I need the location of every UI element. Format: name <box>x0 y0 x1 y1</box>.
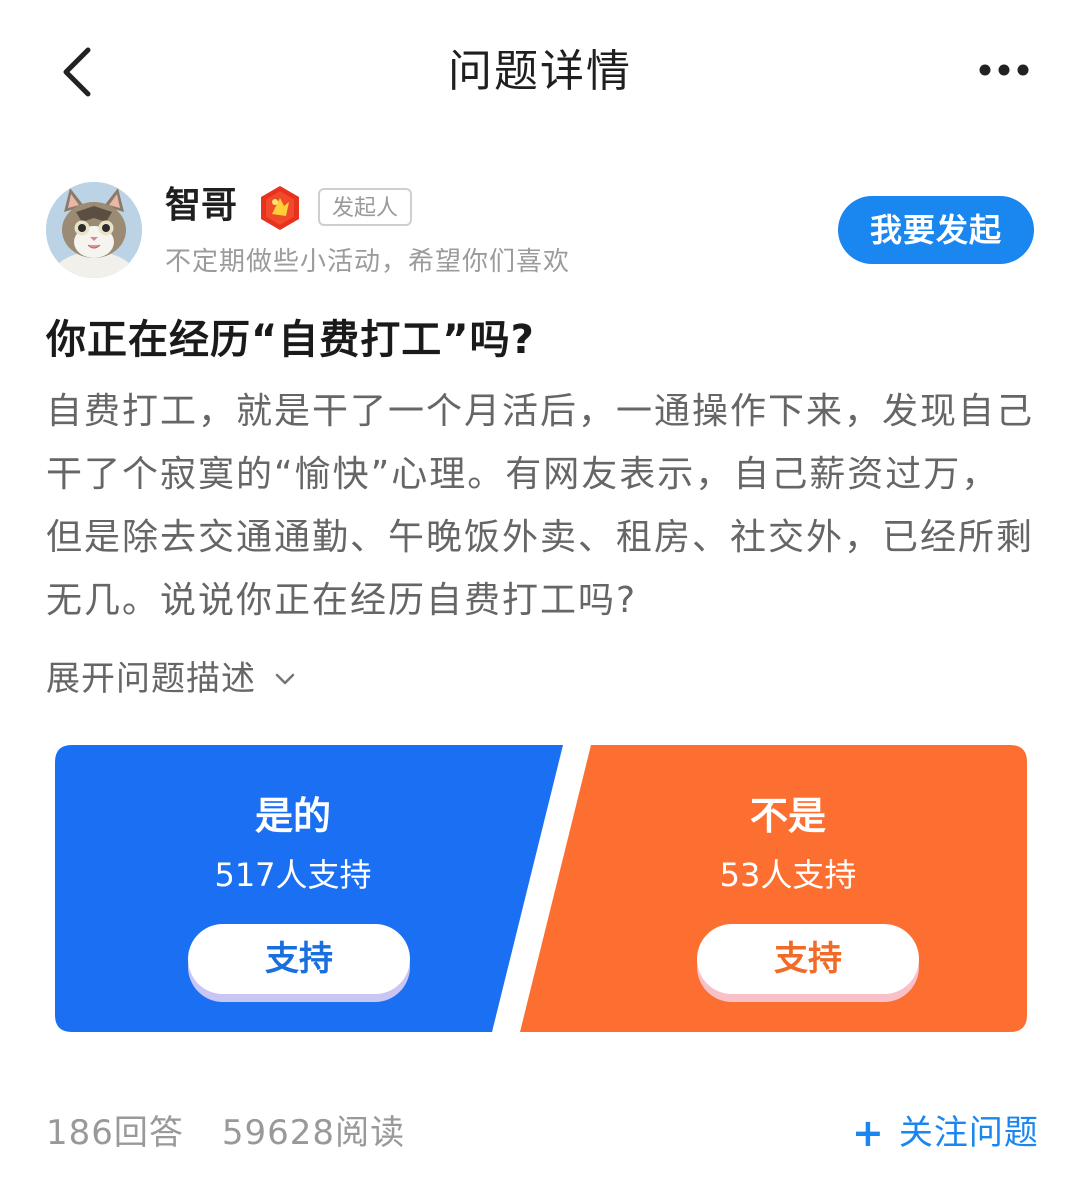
expand-description-button[interactable]: 展开问题描述 <box>46 654 298 704</box>
role-tag: 发起人 <box>318 188 413 226</box>
answer-count: 186回答 <box>46 1113 184 1153</box>
chevron-down-icon <box>275 673 295 685</box>
question-title: 你正在经历“自费打工”吗? <box>46 317 535 363</box>
expand-label: 展开问题描述 <box>46 659 256 699</box>
cat-avatar-icon <box>46 182 142 278</box>
more-button[interactable] <box>975 55 1035 85</box>
question-description: 自费打工，就是干了一个月活后，一通操作下来，发现自己干了个寂寞的“愉快”心理。有… <box>46 391 1035 621</box>
vote-option-no-label: 不是 <box>749 794 826 838</box>
question-stats: 186回答 59628阅读 <box>46 1108 405 1158</box>
support-yes-button[interactable]: 支持 <box>188 924 410 994</box>
support-no-button[interactable]: 支持 <box>697 924 919 994</box>
plus-icon: + <box>852 1111 885 1155</box>
vote-option-no-count: 53人支持 <box>719 856 857 894</box>
follow-question-button[interactable]: + 关注问题 <box>852 1108 1039 1158</box>
vote-option-yes-count: 517人支持 <box>214 856 372 894</box>
more-dots-icon <box>979 64 1029 76</box>
vote-option-yes-label: 是的 <box>254 794 331 838</box>
page-title: 问题详情 <box>448 46 632 97</box>
avatar[interactable] <box>46 182 142 278</box>
read-count: 59628阅读 <box>221 1113 406 1153</box>
level-badge-icon <box>256 184 304 232</box>
question-detail-page: 问题详情 智哥 发起人 不定期做些小活动，希望你们喜欢 我要发起 你正在经历“自… <box>0 0 1080 1194</box>
nav-bar: 问题详情 <box>0 0 1080 140</box>
author-bio: 不定期做些小活动，希望你们喜欢 <box>165 247 571 277</box>
start-question-button[interactable]: 我要发起 <box>838 196 1034 264</box>
follow-label: 关注问题 <box>898 1113 1039 1153</box>
author-name[interactable]: 智哥 <box>165 180 237 232</box>
